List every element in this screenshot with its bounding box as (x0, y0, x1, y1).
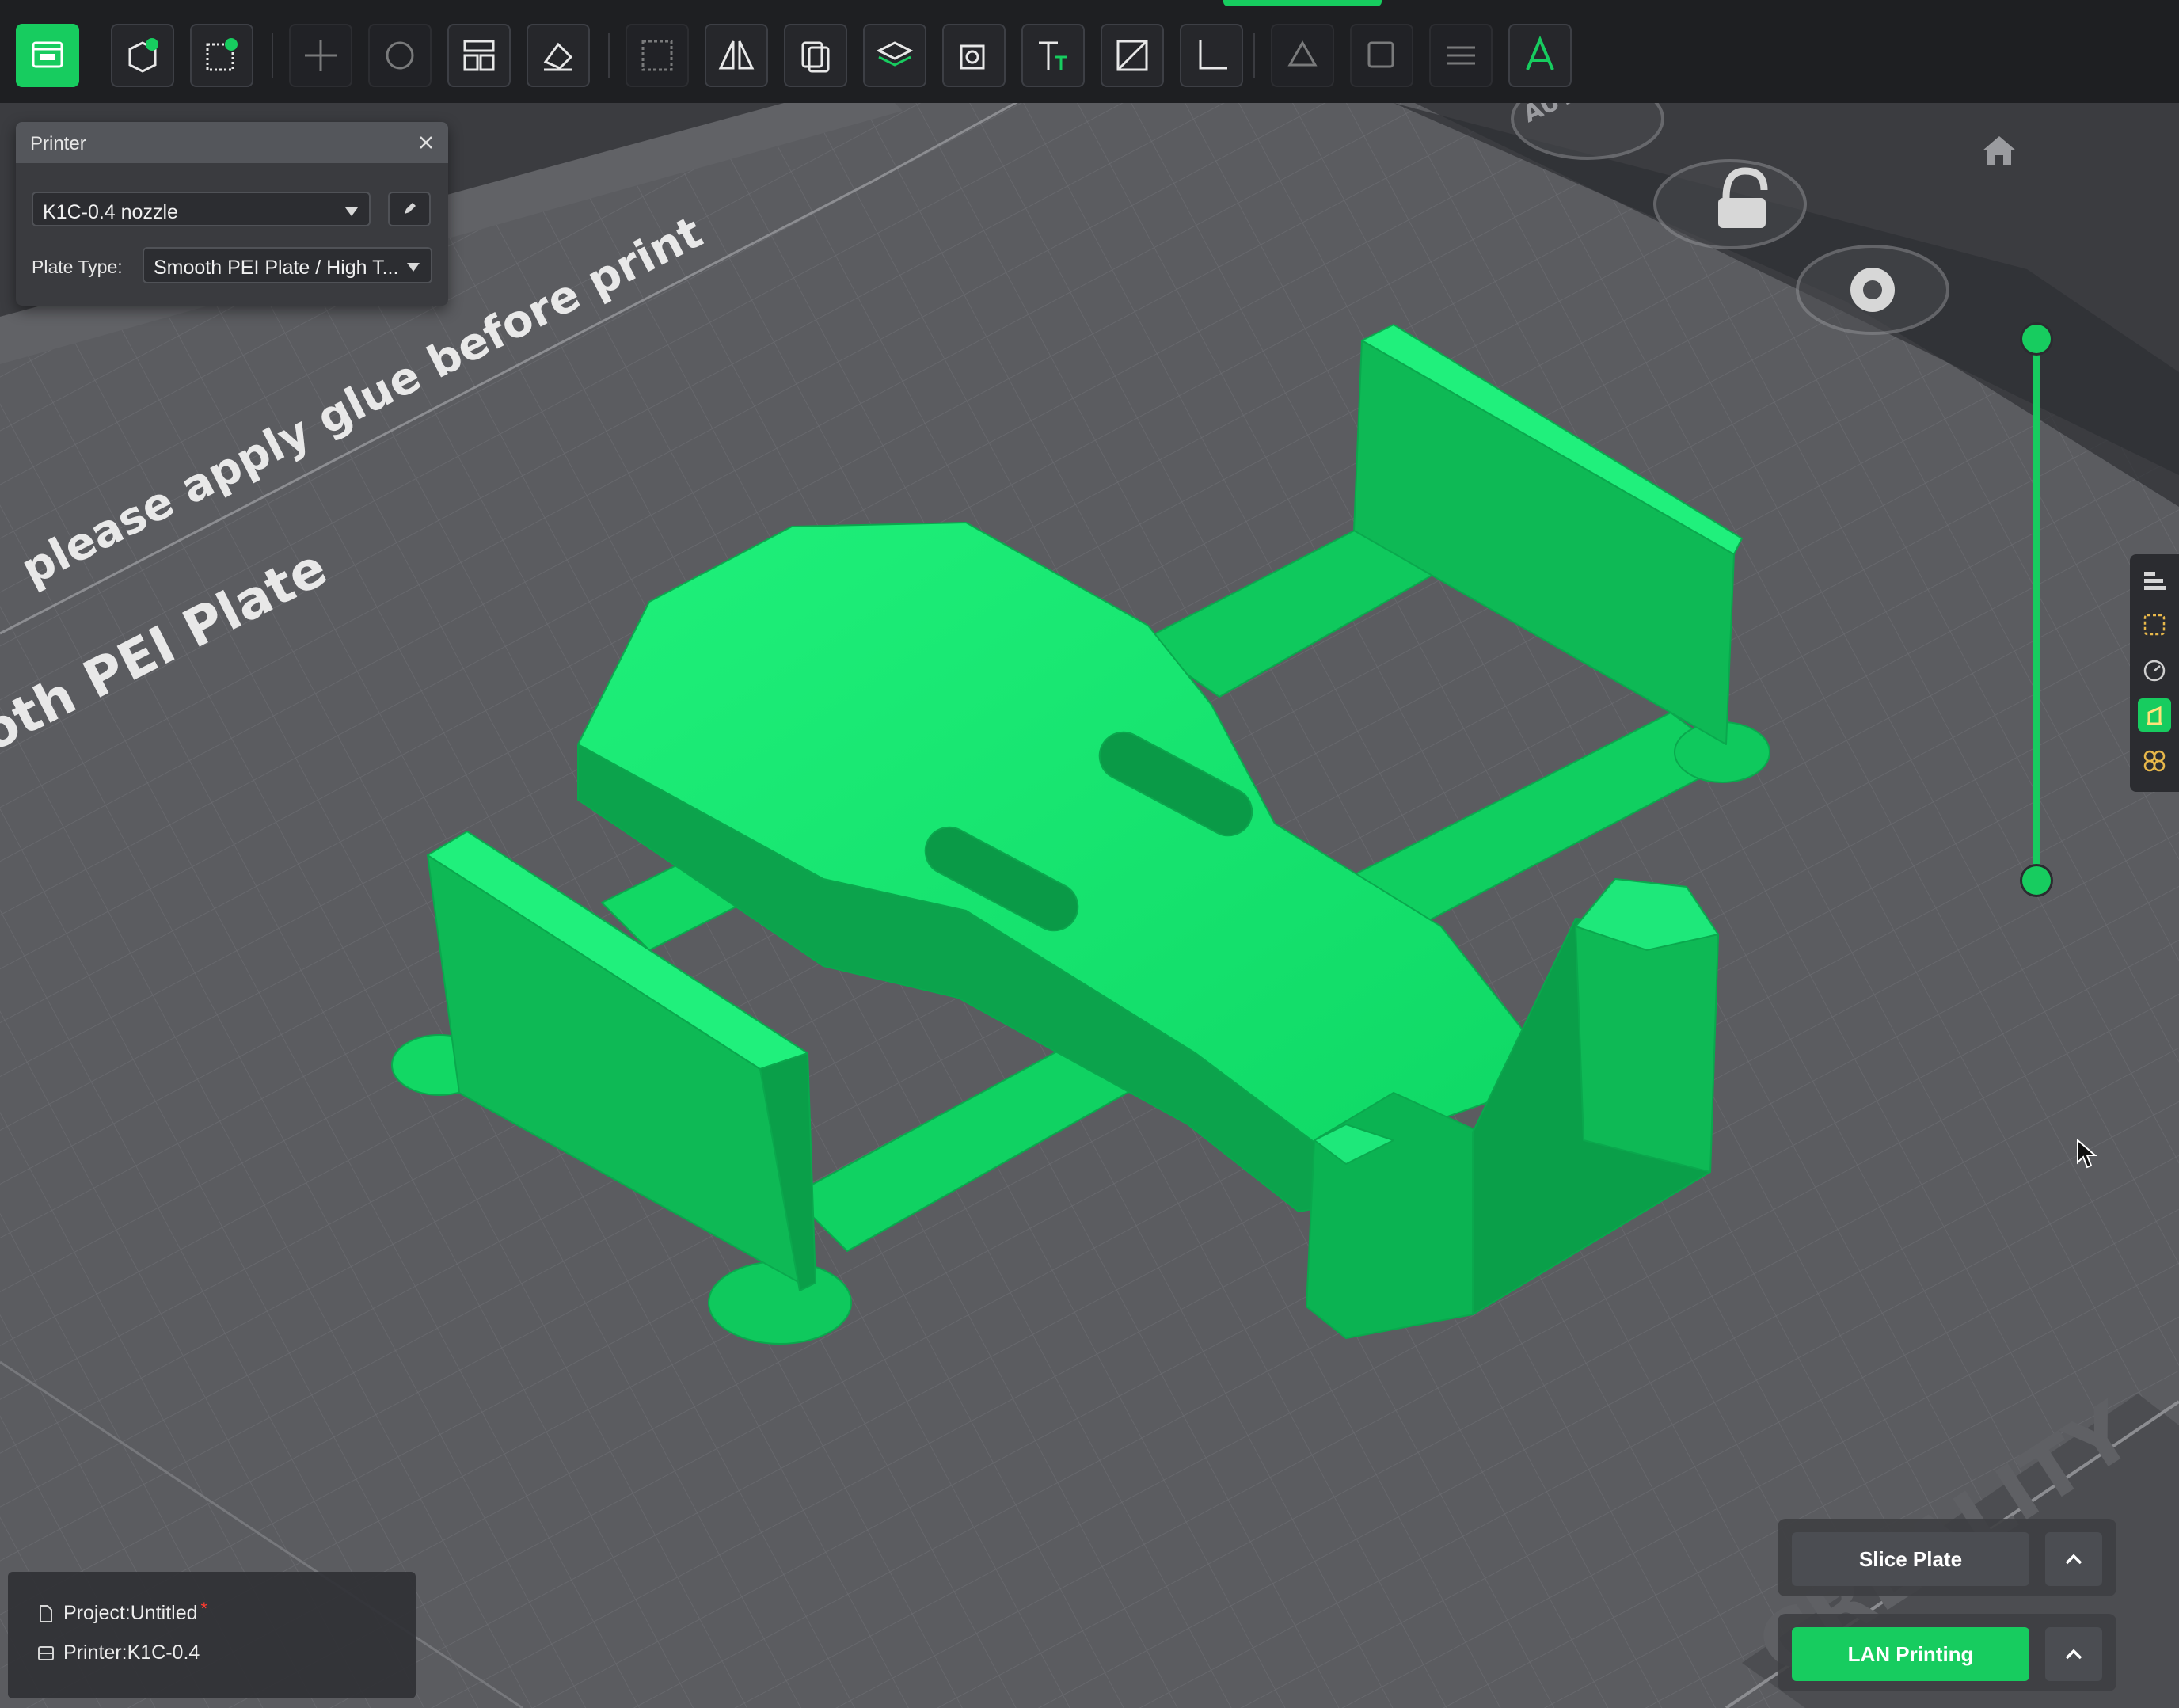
project-info-box: Project:Untitled * Printer:K1C-0.4 (8, 1572, 416, 1698)
assembly-tool-button[interactable] (1350, 24, 1413, 87)
printer-name: Printer:K1C-0.4 (63, 1641, 200, 1664)
print-options-button[interactable] (2045, 1627, 2102, 1681)
add-plate-icon (206, 38, 238, 71)
pencil-icon (405, 203, 416, 214)
chevron-up-icon (2065, 1649, 2082, 1660)
printer-info-row: Printer:K1C-0.4 (36, 1641, 200, 1664)
hollow-tool-button[interactable] (942, 24, 1006, 87)
plate-settings-icon[interactable] (2138, 608, 2171, 641)
support-icon[interactable] (2138, 698, 2171, 732)
arrange-tool-button[interactable] (447, 24, 511, 87)
assembly-icon (1367, 41, 1394, 68)
objects-list-icon[interactable] (2138, 564, 2171, 597)
home-icon[interactable] (1979, 133, 2019, 168)
chevron-down-icon (407, 263, 420, 272)
print-action-group: LAN Printing (1778, 1614, 2116, 1691)
layers-icon (1447, 46, 1475, 65)
add-plate-tool-button[interactable] (190, 24, 253, 87)
chevron-down-icon (345, 207, 358, 216)
seam-painting-icon (1287, 40, 1318, 67)
move-tool-button[interactable] (289, 24, 352, 87)
toolbar-separator (272, 33, 273, 78)
layers-tool-button[interactable] (1429, 24, 1493, 87)
mouse-cursor-icon (2077, 1139, 2097, 1169)
rotate-tool-button[interactable] (368, 24, 432, 87)
printer-select[interactable]: K1C-0.4 nozzle (32, 192, 371, 226)
support-painting-tool-button[interactable] (863, 24, 926, 87)
unsaved-marker: * (200, 1599, 208, 1619)
split-tool-button[interactable] (784, 24, 847, 87)
add-object-tool-button[interactable] (111, 24, 174, 87)
printer-panel-title: Printer (30, 133, 86, 154)
seam-painting-tool-button[interactable] (1271, 24, 1334, 87)
add-object-icon (128, 38, 158, 73)
main-toolbar (0, 0, 2179, 103)
lay-on-face-tool-button[interactable] (527, 24, 590, 87)
plate-type-label: Plate Type: (32, 257, 123, 277)
slice-options-button[interactable] (2045, 1532, 2102, 1586)
cut-tool-button[interactable] (1101, 24, 1164, 87)
active-tab-indicator (1223, 0, 1382, 6)
scale-icon (641, 40, 673, 71)
prepare-view-tool-button[interactable] (16, 24, 79, 87)
3d-viewport[interactable]: please apply glue before print oth PEI P… (0, 0, 2179, 1708)
slice-plate-button[interactable]: Slice Plate (1792, 1532, 2029, 1586)
scale-tool-button[interactable] (626, 24, 689, 87)
text-icon (1039, 41, 1067, 70)
prepare-view-icon (32, 41, 63, 68)
printer-panel: Printer K1C-0.4 nozzle Plate Type: Smoot… (16, 122, 448, 306)
plugins-icon[interactable] (2138, 744, 2171, 778)
text-tool-button[interactable] (1021, 24, 1085, 87)
toolbar-separator (608, 33, 610, 78)
measure-tool-button[interactable] (1180, 24, 1243, 87)
right-side-toolbar (2130, 554, 2179, 792)
arrange-icon (463, 40, 495, 71)
toolbar-separator (1253, 33, 1255, 78)
project-info-row: Project:Untitled * (36, 1599, 208, 1625)
mirror-icon (718, 40, 755, 70)
move-icon (305, 40, 337, 71)
rotate-icon (386, 41, 414, 70)
plate-type-value: Smooth PEI Plate / High T... (154, 257, 399, 279)
printer-panel-header: Printer (16, 122, 448, 163)
file-icon (40, 1604, 52, 1622)
split-icon (801, 41, 830, 73)
lay-on-face-icon (543, 42, 573, 71)
measure-icon (1199, 40, 1227, 70)
font-icon (1526, 35, 1554, 70)
layer-slider-top-handle[interactable] (2022, 325, 2051, 353)
layer-slider-bottom-handle[interactable] (2022, 866, 2051, 895)
layer-slider-track[interactable] (2033, 339, 2040, 881)
chevron-up-icon (2065, 1554, 2082, 1565)
hollow-icon (960, 44, 985, 70)
project-name: Project:Untitled (63, 1602, 198, 1624)
close-icon[interactable] (415, 131, 437, 154)
printer-icon (38, 1645, 54, 1660)
plate-type-select[interactable]: Smooth PEI Plate / High T... (143, 247, 432, 283)
cut-icon (1116, 40, 1148, 71)
speed-gauge-icon[interactable] (2138, 654, 2171, 687)
mirror-tool-button[interactable] (705, 24, 768, 87)
printer-select-value: K1C-0.4 nozzle (43, 201, 178, 223)
edit-printer-button[interactable] (388, 192, 431, 226)
slice-action-group: Slice Plate (1778, 1519, 2116, 1596)
font-tool-button[interactable] (1508, 24, 1572, 87)
support-painting-icon (876, 41, 914, 67)
lan-printing-button[interactable]: LAN Printing (1792, 1627, 2029, 1681)
